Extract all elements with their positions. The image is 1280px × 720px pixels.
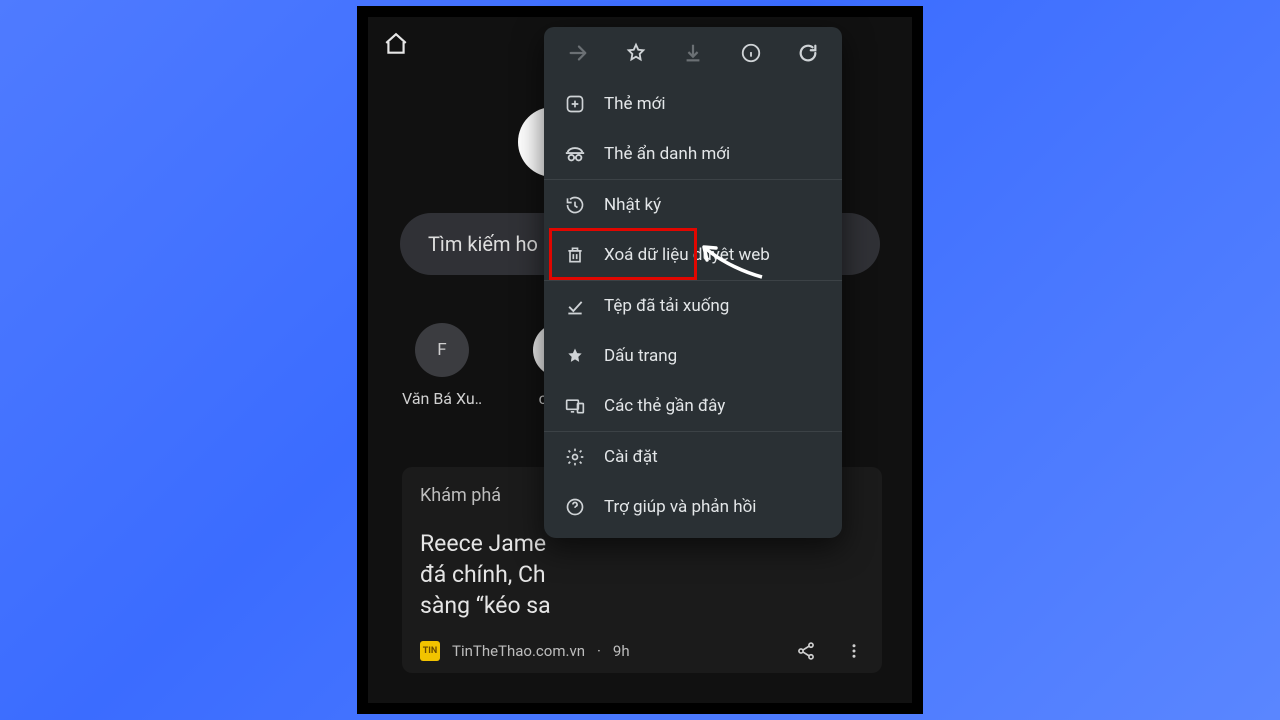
menu-recent-label: Các thẻ gần đây xyxy=(604,396,725,416)
tile-0-label: Văn Bá Xu… xyxy=(402,389,482,408)
menu-history-label: Nhật ký xyxy=(604,195,661,215)
article-time: 9h xyxy=(613,642,630,660)
home-icon[interactable] xyxy=(380,28,412,60)
menu-settings-label: Cài đặt xyxy=(604,447,658,467)
help-icon xyxy=(564,496,586,518)
overflow-menu: Thẻ mới Thẻ ẩn danh mới Nhật ký Xoá xyxy=(544,27,842,538)
favicon-icon: TIN xyxy=(420,641,440,661)
info-icon[interactable] xyxy=(739,41,763,65)
menu-clear-label: Xoá dữ liệu duyệt web xyxy=(604,245,770,265)
menu-recent-tabs[interactable]: Các thẻ gần đây xyxy=(544,381,842,431)
star-icon[interactable] xyxy=(624,41,648,65)
menu-incognito[interactable]: Thẻ ẩn danh mới xyxy=(544,129,842,179)
share-icon[interactable] xyxy=(796,641,816,661)
article-title: Reece Jame đá chính, Ch sàng “kéo sa xyxy=(420,528,864,621)
forward-icon[interactable] xyxy=(566,41,590,65)
menu-help[interactable]: Trợ giúp và phản hồi xyxy=(544,482,842,532)
article-source: TinTheThao.com.vn xyxy=(452,642,585,660)
menu-new-tab[interactable]: Thẻ mới xyxy=(544,79,842,129)
devices-icon xyxy=(564,395,586,417)
trash-icon xyxy=(564,244,586,266)
more-vert-icon[interactable] xyxy=(844,641,864,661)
tile-0[interactable]: F Văn Bá Xu… xyxy=(402,323,482,408)
menu-history[interactable]: Nhật ký xyxy=(544,180,842,230)
menu-downloads[interactable]: Tệp đã tải xuống xyxy=(544,281,842,331)
menu-help-label: Trợ giúp và phản hồi xyxy=(604,497,756,517)
article-meta: TIN TinTheThao.com.vn · 9h xyxy=(420,641,864,661)
download-done-icon xyxy=(564,295,586,317)
star-fill-icon xyxy=(564,345,586,367)
phone-screen: Tìm kiếm ho F Văn Bá Xu… cache Khám phá … xyxy=(368,17,912,703)
menu-incognito-label: Thẻ ẩn danh mới xyxy=(604,144,730,164)
dot-sep: · xyxy=(597,642,601,660)
incognito-icon xyxy=(564,143,586,165)
tile-0-badge: F xyxy=(437,340,446,360)
history-icon xyxy=(564,194,586,216)
gear-icon xyxy=(564,446,586,468)
menu-bookmarks[interactable]: Dấu trang xyxy=(544,331,842,381)
menu-bookmarks-label: Dấu trang xyxy=(604,346,677,366)
menu-icon-row xyxy=(544,27,842,79)
menu-settings[interactable]: Cài đặt xyxy=(544,432,842,482)
phone-frame: Tìm kiếm ho F Văn Bá Xu… cache Khám phá … xyxy=(357,6,923,714)
menu-clear-data[interactable]: Xoá dữ liệu duyệt web xyxy=(544,230,842,280)
menu-new-tab-label: Thẻ mới xyxy=(604,94,666,114)
search-placeholder: Tìm kiếm ho xyxy=(428,232,538,256)
download-icon[interactable] xyxy=(681,41,705,65)
menu-downloads-label: Tệp đã tải xuống xyxy=(604,296,729,316)
plus-square-icon xyxy=(564,93,586,115)
reload-icon[interactable] xyxy=(796,41,820,65)
